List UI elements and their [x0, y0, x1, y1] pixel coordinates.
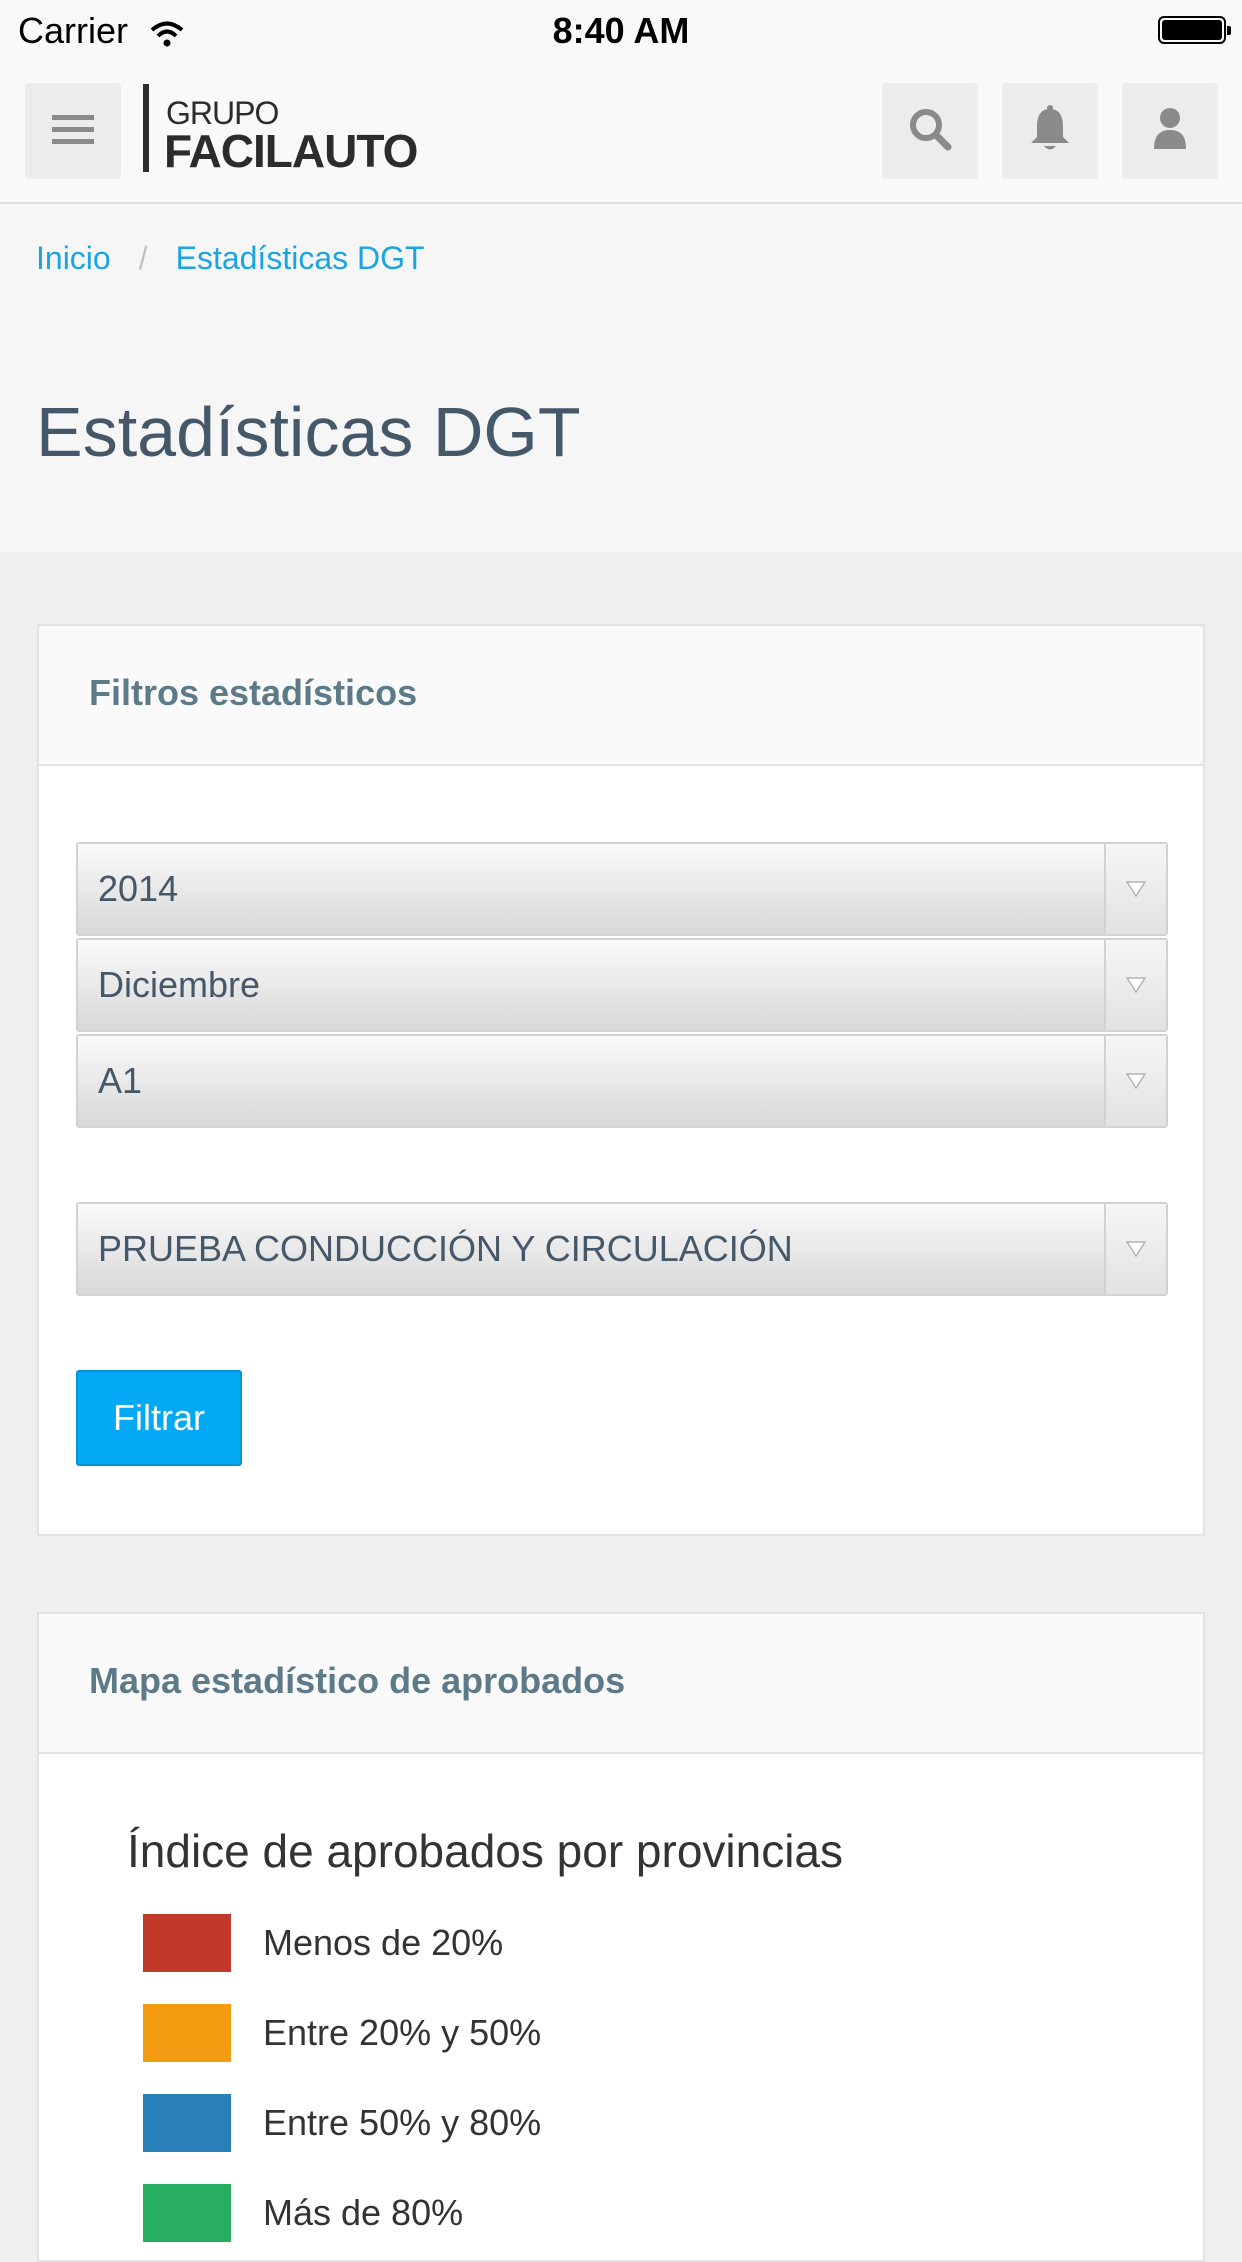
filters-card-header: Filtros estadísticos — [39, 626, 1203, 766]
legend-title: Índice de aprobados por provincias — [127, 1825, 844, 1877]
test-select[interactable]: PRUEBA CONDUCCIÓN Y CIRCULACIÓN — [76, 1202, 1168, 1296]
breadcrumb-current[interactable]: Estadísticas DGT — [176, 240, 425, 276]
map-card-title: Mapa estadístico de aprobados — [89, 1660, 626, 1701]
permit-select-value: A1 — [98, 1060, 143, 1101]
legend-item: Menos de 20% — [143, 1914, 503, 1972]
breadcrumb: Inicio / Estadísticas DGT — [36, 240, 425, 277]
legend-swatch — [143, 2004, 231, 2062]
legend-item: Entre 50% y 80% — [143, 2094, 541, 2152]
chevron-down-icon — [1104, 1036, 1166, 1126]
clock: 8:40 AM — [552, 10, 690, 51]
legend-label: Más de 80% — [263, 2192, 464, 2233]
map-card: Mapa estadístico de aprobados Índice de … — [37, 1612, 1205, 2262]
chevron-down-icon — [1104, 1204, 1166, 1294]
logo-main-text: FACILAUTO — [164, 125, 418, 177]
filters-card-title: Filtros estadísticos — [89, 672, 418, 713]
battery-icon — [1158, 16, 1231, 44]
chevron-down-icon — [1104, 844, 1166, 934]
filter-button[interactable]: Filtrar — [76, 1370, 242, 1466]
legend-swatch — [143, 2094, 231, 2152]
user-icon — [1153, 107, 1187, 156]
search-button[interactable] — [882, 83, 978, 179]
map-card-header: Mapa estadístico de aprobados — [39, 1614, 1203, 1754]
logo-bar — [143, 84, 149, 172]
breadcrumb-home[interactable]: Inicio — [36, 240, 111, 276]
menu-button[interactable] — [25, 83, 121, 179]
legend-item: Más de 80% — [143, 2184, 463, 2242]
year-select-value: 2014 — [98, 868, 179, 909]
legend-label: Entre 50% y 80% — [263, 2102, 542, 2143]
breadcrumb-separator: / — [138, 240, 148, 276]
top-navbar: GRUPO FACILAUTO — [0, 62, 1242, 204]
status-bar: Carrier 8:40 AM — [0, 0, 1242, 62]
user-button[interactable] — [1122, 83, 1218, 179]
legend-swatch — [143, 2184, 231, 2242]
page-title: Estadísticas DGT — [36, 393, 581, 471]
legend-label: Menos de 20% — [263, 1922, 504, 1963]
legend-item: Entre 20% y 50% — [143, 2004, 541, 2062]
bell-icon — [1028, 104, 1072, 158]
chevron-down-icon — [1104, 940, 1166, 1030]
page-header: Inicio / Estadísticas DGT Estadísticas DGT — [0, 204, 1242, 552]
legend-label: Entre 20% y 50% — [263, 2012, 542, 2053]
filters-card: Filtros estadísticos 2014 Diciembre A1 P… — [37, 624, 1205, 1536]
legend-swatch — [143, 1914, 231, 1972]
notifications-button[interactable] — [1002, 83, 1098, 179]
month-select-value: Diciembre — [98, 964, 261, 1005]
month-select[interactable]: Diciembre — [76, 938, 1168, 1032]
menu-icon — [52, 111, 94, 152]
test-select-value: PRUEBA CONDUCCIÓN Y CIRCULACIÓN — [98, 1228, 793, 1269]
permit-select[interactable]: A1 — [76, 1034, 1168, 1128]
year-select[interactable]: 2014 — [76, 842, 1168, 936]
search-icon — [908, 107, 952, 156]
